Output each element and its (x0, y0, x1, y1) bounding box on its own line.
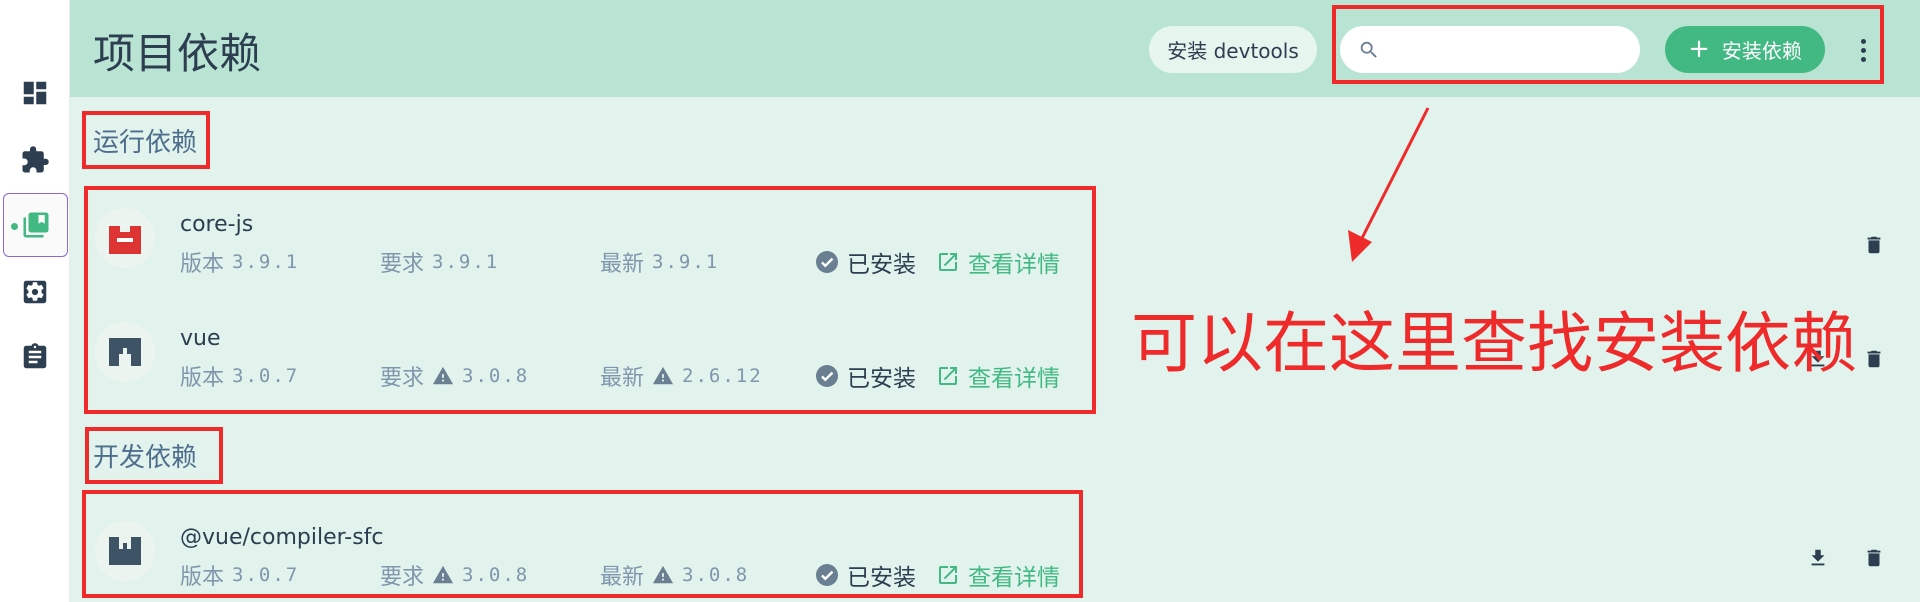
sidebar-item-dependencies[interactable] (3, 193, 68, 257)
package-name: @vue/compiler-sfc (180, 525, 384, 550)
puzzle-plugins-icon (22, 146, 49, 173)
dashboard-icon (23, 81, 47, 105)
warning-icon (652, 366, 674, 385)
more-options-icon[interactable] (1855, 32, 1871, 68)
runtime-dependencies-title: 运行依赖 (93, 128, 198, 158)
wanted-version: 要求 3.0.8 (380, 564, 530, 590)
install-status: 已安装 查看详情 (815, 558, 1060, 592)
package-logo-icon (109, 338, 141, 366)
download-update-icon[interactable] (1803, 543, 1833, 573)
install-status: 已安装 查看详情 (815, 359, 1060, 393)
install-devtools-button[interactable]: 安装 devtools (1149, 26, 1317, 73)
installed-version: 版本 3.9.1 (180, 251, 300, 277)
wanted-version: 要求 3.9.1 (380, 251, 500, 277)
package-name: vue (180, 326, 221, 351)
search-icon (1360, 41, 1377, 58)
dependency-search-box[interactable] (1340, 26, 1640, 73)
check-circle-icon (816, 564, 838, 586)
view-details-link[interactable]: 查看详情 (936, 359, 1060, 393)
install-status: 已安装 查看详情 (815, 245, 1060, 279)
library-dependencies-icon (23, 212, 48, 238)
clipboard-tasks-icon (23, 343, 47, 369)
install-dependency-button[interactable]: + 安装依赖 (1665, 26, 1825, 73)
warning-icon (432, 565, 454, 584)
warning-icon (432, 366, 454, 385)
package-logo (95, 521, 155, 581)
delete-icon[interactable] (1859, 344, 1889, 374)
installed-version: 版本 3.0.7 (180, 365, 300, 391)
package-logo (95, 208, 155, 268)
sidebar (0, 0, 70, 602)
installed-version: 版本 3.0.7 (180, 564, 300, 590)
view-details-link[interactable]: 查看详情 (936, 245, 1060, 279)
page-header: 项目依赖 安装 devtools + 安装依赖 (70, 0, 1920, 97)
package-name: core-js (180, 212, 254, 237)
external-link-icon (939, 367, 957, 385)
sidebar-item-tasks[interactable] (0, 325, 70, 389)
warning-icon (652, 565, 674, 584)
sidebar-item-dashboard[interactable] (0, 61, 70, 125)
latest-version: 最新 3.9.1 (600, 251, 720, 277)
view-details-link[interactable]: 查看详情 (936, 558, 1060, 592)
dependency-row-core-js[interactable]: core-js 版本 3.9.1 要求 3.9.1 最新 3.9.1 已安装 查看详情 (70, 192, 1920, 302)
plus-icon: + (1688, 33, 1710, 64)
package-logo-icon (109, 537, 141, 565)
external-link-icon (939, 253, 957, 271)
external-link-icon (939, 566, 957, 584)
page-title: 项目依赖 (93, 29, 262, 78)
check-circle-icon (816, 251, 838, 273)
annotation-arrow-icon (1348, 107, 1430, 262)
delete-icon[interactable] (1859, 543, 1889, 573)
dev-dependencies-title: 开发依赖 (93, 443, 198, 473)
package-logo (95, 322, 155, 382)
sidebar-item-plugins[interactable] (0, 128, 70, 192)
delete-icon[interactable] (1859, 230, 1889, 260)
search-input[interactable] (1392, 34, 1627, 65)
wanted-version: 要求 3.0.8 (380, 365, 530, 391)
gear-settings-icon (23, 280, 47, 304)
check-circle-icon (816, 365, 838, 387)
install-dependency-label: 安装依赖 (1721, 39, 1802, 63)
latest-version: 最新 2.6.12 (600, 365, 763, 391)
core-js-logo-icon (109, 226, 141, 254)
latest-version: 最新 3.0.8 (600, 564, 750, 590)
annotation-text: 可以在这里查找安装依赖 (1131, 305, 1857, 382)
dependency-row-vue-compiler-sfc[interactable]: @vue/compiler-sfc 版本 3.0.7 要求 3.0.8 最新 3.… (70, 505, 1920, 602)
sidebar-item-configuration[interactable] (0, 260, 70, 324)
